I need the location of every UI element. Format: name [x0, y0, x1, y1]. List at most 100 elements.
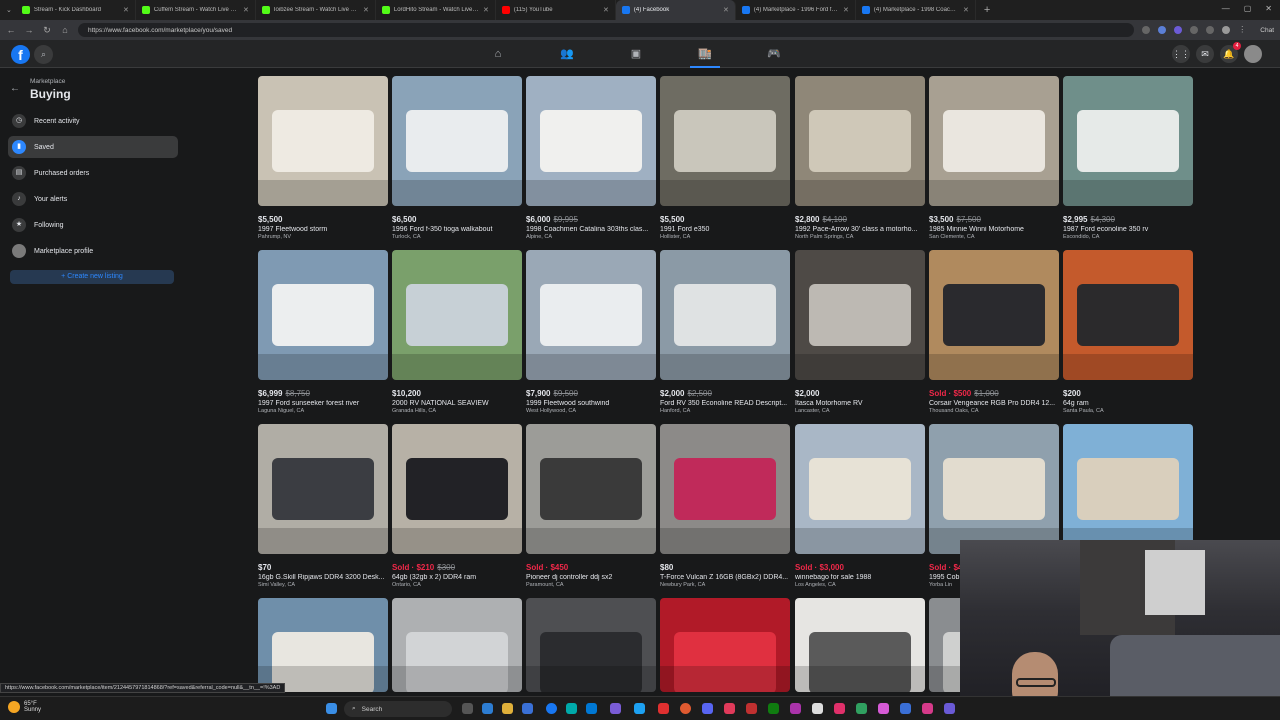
app-icon[interactable] [610, 703, 621, 714]
home-icon[interactable]: ⌂ [490, 46, 506, 62]
listing-card[interactable]: $70 16gb G.Skill Ripjaws DDR4 3200 Desk..… [258, 424, 388, 588]
listing-title[interactable]: 1992 Pace-Arrow 30' class a motorho... [795, 226, 925, 233]
listing-photo[interactable] [1063, 250, 1193, 380]
listing-title[interactable]: 1991 Ford e350 [660, 226, 790, 233]
listing-photo[interactable] [660, 598, 790, 692]
listing-title[interactable]: 2000 RV NATIONAL SEAVIEW [392, 400, 522, 407]
listing-card[interactable]: $2,800 $4,100 1992 Pace-Arrow 30' class a … [795, 76, 925, 240]
listing-photo[interactable] [1063, 424, 1193, 554]
xbox-icon[interactable] [768, 703, 779, 714]
store-icon[interactable] [586, 703, 597, 714]
listing-card[interactable]: $6,500 1996 Ford f-350 tioga walkabout Tur… [392, 76, 522, 240]
app-icon[interactable] [834, 703, 845, 714]
app-icon[interactable] [482, 703, 493, 714]
watch-icon[interactable]: ▣ [628, 46, 644, 62]
facebook-app-icon[interactable] [546, 703, 557, 714]
listing-card[interactable]: $10,200 2000 RV NATIONAL SEAVIEW Granada H… [392, 250, 522, 414]
listing-photo[interactable] [660, 76, 790, 206]
listing-card[interactable]: $3,500 $7,500 1985 Minnie Winni Motorhome S… [929, 76, 1059, 240]
profile-avatar-icon[interactable] [1222, 26, 1231, 34]
listing-photo[interactable] [660, 250, 790, 380]
listing-card[interactable]: $200 64g ram Santa Paula, CA [1063, 250, 1193, 414]
listing-photo[interactable] [795, 76, 925, 206]
listing-photo[interactable] [392, 598, 522, 692]
listing-photo[interactable] [258, 598, 388, 692]
sidebar-item-your-alerts[interactable]: ♪ Your alerts [8, 188, 178, 210]
listing-card[interactable]: Sold · $3,000 winnebago for sale 1988 Los … [795, 424, 925, 588]
listing-photo[interactable] [392, 424, 522, 554]
listing-card[interactable] [258, 598, 388, 692]
obs-icon[interactable] [812, 703, 823, 714]
edge-icon[interactable] [566, 703, 577, 714]
chat-button[interactable]: Chat [1260, 27, 1274, 34]
listing-card[interactable]: $80 T-Force Vulcan Z 16GB (8GBx2) DDR4...… [660, 424, 790, 588]
listing-photo[interactable] [1063, 76, 1193, 206]
extension-icon[interactable] [1206, 26, 1215, 34]
home-button-icon[interactable]: ⌂ [60, 25, 70, 35]
listing-title[interactable]: winnebago for sale 1988 [795, 574, 925, 581]
sidebar-item-recent-activity[interactable]: ◷ Recent activity [8, 110, 178, 132]
listing-card[interactable] [392, 598, 522, 692]
sidebar-item-saved[interactable]: ▮ Saved [8, 136, 178, 158]
sidebar-item-marketplace-profile[interactable]: Marketplace profile [8, 240, 178, 262]
sidebar-item-following[interactable]: ★ Following [8, 214, 178, 236]
tab-close-icon[interactable]: ✕ [843, 6, 849, 14]
listing-photo[interactable] [392, 250, 522, 380]
discord-icon[interactable] [702, 703, 713, 714]
listing-title[interactable]: 64gb (32gb x 2) DDR4 ram [392, 574, 522, 581]
listing-photo[interactable] [795, 424, 925, 554]
tab-close-icon[interactable]: ✕ [483, 6, 489, 14]
maximize-icon[interactable]: ▢ [1244, 4, 1252, 13]
listing-title[interactable]: Pioneer dj controller ddj sx2 [526, 574, 656, 581]
listing-photo[interactable] [929, 76, 1059, 206]
app-icon[interactable] [790, 703, 801, 714]
listing-title[interactable]: 1987 Ford econoline 350 rv [1063, 226, 1193, 233]
url-field[interactable]: https://www.facebook.com/marketplace/you… [78, 23, 1135, 37]
app-icon[interactable] [856, 703, 867, 714]
browser-tab[interactable]: Ioibzee Stream - Watch Live on Ki ✕ [256, 0, 376, 20]
browser-tab[interactable]: Stream - Kick Dashboard ✕ [16, 0, 136, 20]
listing-title[interactable]: 1985 Minnie Winni Motorhome [929, 226, 1059, 233]
app-icon[interactable] [878, 703, 889, 714]
youtube-icon[interactable] [658, 703, 669, 714]
start-icon[interactable] [326, 703, 337, 714]
extension-icon[interactable] [1190, 26, 1199, 34]
listing-card[interactable]: $7,900 $9,500 1999 Fleetwood southwind West… [526, 250, 656, 414]
listing-photo[interactable] [258, 250, 388, 380]
browser-tab[interactable]: (4) Marketplace - 1996 Ford f-350 ✕ [736, 0, 856, 20]
listing-photo[interactable] [258, 424, 388, 554]
listing-title[interactable]: 64g ram [1063, 400, 1193, 407]
reload-icon[interactable]: ↻ [42, 25, 52, 36]
browser-tab[interactable]: Cuffem Stream - Watch Live on Ki ✕ [136, 0, 256, 20]
listing-photo[interactable] [660, 424, 790, 554]
browser-tab[interactable]: (4) Marketplace - 1998 Coachmen ✕ [856, 0, 976, 20]
taskbar-search[interactable]: ⌕ Search [344, 701, 452, 717]
app-icon[interactable] [746, 703, 757, 714]
browser-tab[interactable]: (4) Facebook ✕ [615, 0, 736, 20]
listing-title[interactable]: Itasca Motorhome RV [795, 400, 925, 407]
tab-close-icon[interactable]: ✕ [963, 6, 969, 14]
browser-tab[interactable]: (115) YouTube ✕ [496, 0, 616, 20]
listing-photo[interactable] [795, 598, 925, 692]
listing-card[interactable]: $2,000 $2,500 Ford RV 350 Econoline READ D… [660, 250, 790, 414]
listing-card[interactable]: Sold · $210 $300 64gb (32gb x 2) DDR4 ram O… [392, 424, 522, 588]
back-arrow-icon[interactable]: ← [6, 25, 16, 35]
browser-tab[interactable]: LordHito Stream - Watch Live on K ✕ [376, 0, 496, 20]
close-window-icon[interactable]: ✕ [1265, 4, 1272, 13]
weather-widget[interactable]: 65°F Sunny [8, 701, 41, 713]
tab-close-icon[interactable]: ✕ [123, 6, 129, 14]
app-icon[interactable] [634, 703, 645, 714]
menu-dots-icon[interactable]: ⋮ [1238, 26, 1246, 34]
listing-card[interactable] [660, 598, 790, 692]
listing-card[interactable]: $2,000 Itasca Motorhome RV Lancaster, CA [795, 250, 925, 414]
listing-card[interactable]: $6,000 $9,995 1998 Coachmen Catalina 303th… [526, 76, 656, 240]
listing-card[interactable]: Sold · $450 Pioneer dj controller ddj sx2… [526, 424, 656, 588]
new-tab-button[interactable]: + [984, 4, 990, 16]
app-icon[interactable] [522, 703, 533, 714]
listing-card[interactable]: Sold · $500 $1,000 Corsair Vengeance RGB P… [929, 250, 1059, 414]
listing-card[interactable] [526, 598, 656, 692]
tab-close-icon[interactable]: ✕ [243, 6, 249, 14]
listing-title[interactable]: 1997 Fleetwood storm [258, 226, 388, 233]
friends-icon[interactable]: 👥 [559, 46, 575, 62]
minimize-icon[interactable]: — [1222, 4, 1230, 13]
